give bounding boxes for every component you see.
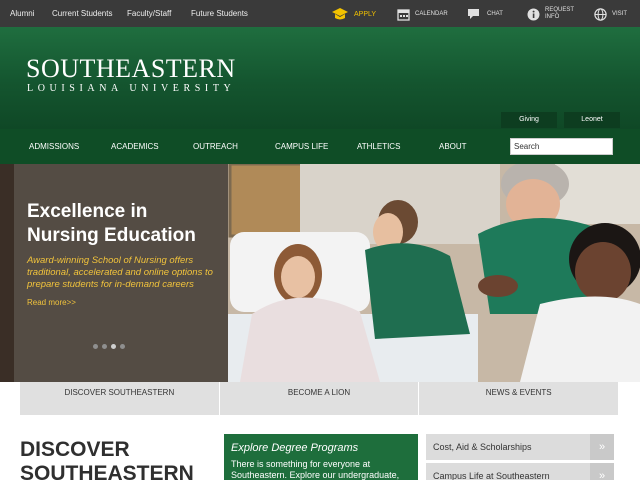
apply-button[interactable]: APPLY [331,4,376,24]
nav-about[interactable]: ABOUT [439,129,467,164]
slide-dot[interactable] [102,344,107,349]
nav-outreach[interactable]: OUTREACH [193,129,238,164]
request-info-button[interactable]: REQUEST INFO [527,4,574,24]
calendar-label: CALENDAR [415,10,448,17]
read-more-link[interactable]: Read more>> [27,298,76,307]
link-future-students[interactable]: Future Students [191,0,248,27]
leonet-button[interactable]: Leonet [564,112,620,128]
visit-button[interactable]: VISIT [594,4,627,24]
search-input[interactable] [510,138,613,155]
apply-label: APPLY [354,10,377,18]
logo-subtitle: LOUISIANA UNIVERSITY [27,83,236,94]
chat-label: CHAT [487,10,503,17]
degree-programs-title: Explore Degree Programs [231,442,359,454]
slide-dot[interactable] [120,344,125,349]
nav-academics[interactable]: ACADEMICS [111,129,159,164]
graduation-cap-icon [332,8,348,20]
double-chevron-right-icon: » [590,463,614,480]
double-chevron-right-icon: » [590,434,614,460]
info-icon [527,8,540,20]
link-current-students[interactable]: Current Students [52,0,112,27]
cost-aid-label: Cost, Aid & Scholarships [433,442,532,452]
site-header: SOUTHEASTERN LOUISIANA UNIVERSITY Giving… [0,27,640,129]
campus-life-link[interactable]: Campus Life at Southeastern » [426,463,614,480]
nav-admissions[interactable]: ADMISSIONS [29,129,79,164]
discover-heading: DISCOVER SOUTHEASTERN [20,438,194,480]
link-faculty-staff[interactable]: Faculty/Staff [127,0,171,27]
nav-campus-life[interactable]: CAMPUS LIFE [275,129,328,164]
tab-discover-southeastern[interactable]: DISCOVER SOUTHEASTERN [20,382,220,415]
hero-description: Award-winning School of Nursing offers t… [27,255,213,290]
chat-button[interactable]: CHAT [467,4,503,24]
degree-programs-box[interactable]: Explore Degree Programs There is somethi… [224,434,418,480]
tab-become-a-lion[interactable]: BECOME A LION [219,382,420,415]
globe-icon [594,7,607,21]
campus-life-label: Campus Life at Southeastern [433,471,550,480]
link-alumni[interactable]: Alumni [10,0,34,27]
request-label: REQUEST [545,7,575,13]
slide-dot[interactable] [93,344,98,349]
hero-title: Excellence in Nursing Education [27,201,196,246]
visit-label: VISIT [612,10,628,17]
calendar-icon [397,8,410,21]
cost-aid-link[interactable]: Cost, Aid & Scholarships » [426,434,614,460]
giving-button[interactable]: Giving [501,112,557,128]
tab-news-events[interactable]: NEWS & EVENTS [419,382,619,415]
request-info-label: REQUEST INFO [545,7,574,21]
logo-wordmark[interactable]: SOUTHEASTERN [26,54,236,84]
calendar-button[interactable]: CALENDAR [397,4,448,24]
degree-programs-text: There is something for everyone at South… [231,459,400,480]
slide-indicators [93,344,125,349]
section-tabs: DISCOVER SOUTHEASTERN BECOME A LION NEWS… [20,382,619,415]
chat-icon [468,9,479,19]
utility-bar: Alumni Current Students Faculty/Staff Fu… [0,0,640,27]
slide-dot-active[interactable] [111,344,116,349]
info-label: INFO [545,14,560,20]
nav-athletics[interactable]: ATHLETICS [357,129,400,164]
